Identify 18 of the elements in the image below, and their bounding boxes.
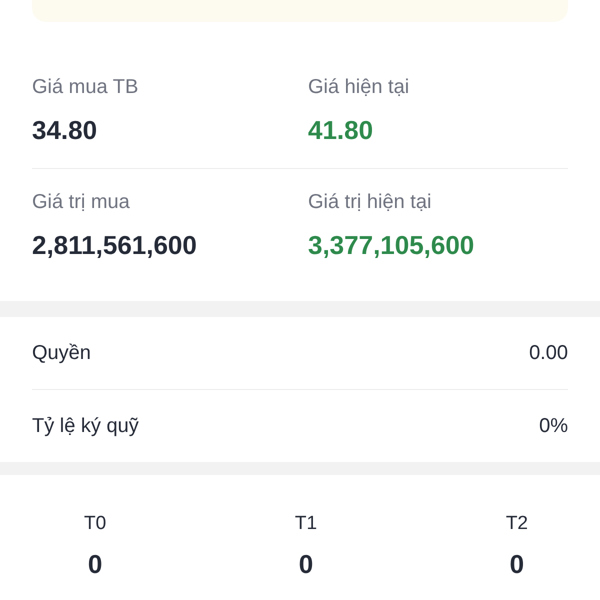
detail-label: Quyền (32, 342, 91, 364)
settlement-value: 0 (510, 549, 524, 580)
stat-value: 2,811,561,600 (32, 230, 198, 261)
stat-label: Giá trị hiện tại (308, 191, 432, 214)
settlement-label: T1 (294, 513, 318, 535)
stat-label: Giá mua TB (32, 76, 140, 99)
settlement-value: 0 (298, 549, 314, 580)
stat-label: Giá trị mua (32, 191, 131, 214)
detail-value: 0% (539, 414, 568, 438)
stat-value: 3,377,105,600 (308, 230, 476, 261)
settlement-value: 0 (88, 549, 102, 580)
settlement-label: T2 (506, 513, 528, 535)
stat-value: 41.80 (308, 115, 374, 146)
detail-value: 0.00 (529, 342, 568, 364)
detail-label: Tỷ lệ ký quỹ (32, 414, 139, 438)
stat-value: 34.80 (32, 115, 98, 146)
settlement-label: T0 (84, 513, 106, 535)
stat-label: Giá hiện tại (308, 76, 410, 99)
